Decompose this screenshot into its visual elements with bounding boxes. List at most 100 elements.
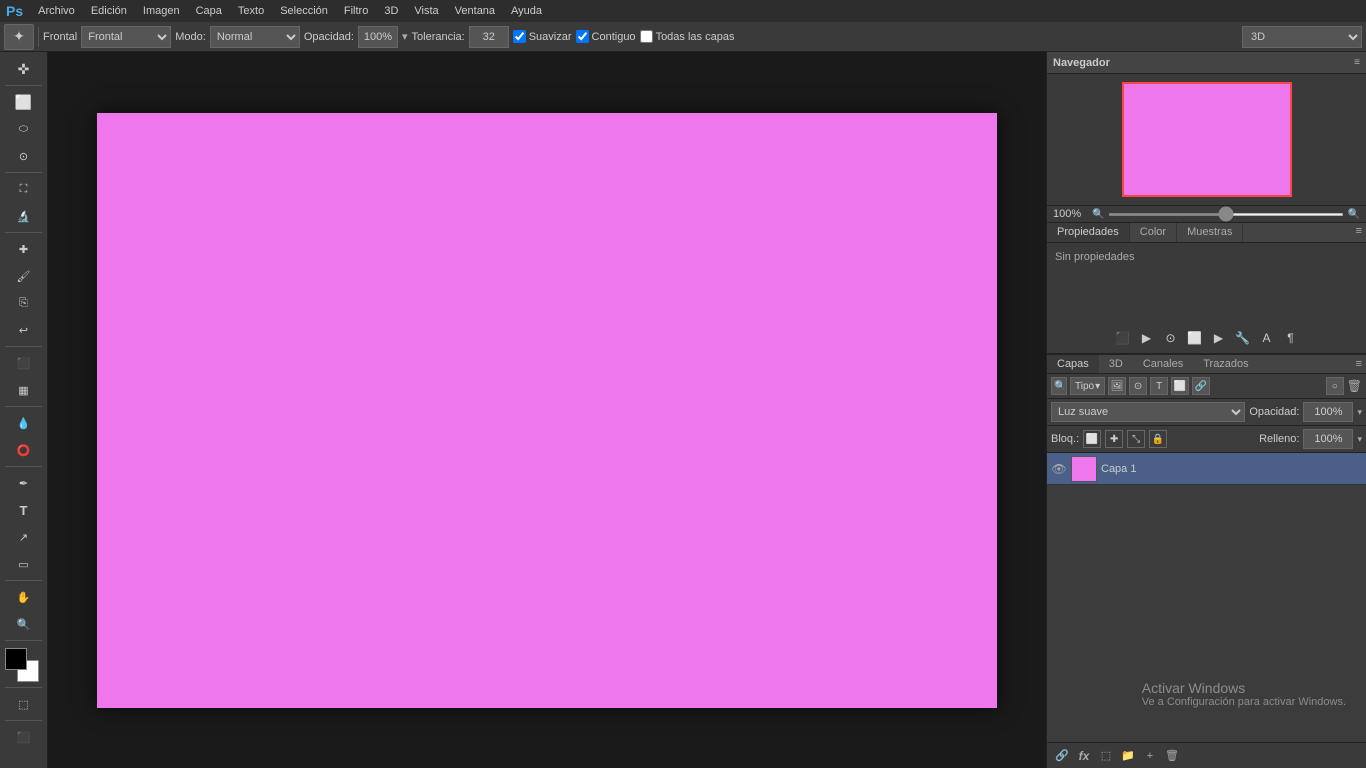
prop-tool-4[interactable]: ⬜ [1184, 327, 1206, 349]
shape-tool[interactable]: ▭ [11, 551, 37, 577]
layer-visibility-icon[interactable]: 👁 [1051, 462, 1067, 476]
menu-ayuda[interactable]: Ayuda [504, 3, 549, 19]
prop-tool-7[interactable]: A [1256, 327, 1278, 349]
brush-tool[interactable]: 🖌 [11, 263, 37, 289]
tab-3d[interactable]: 3D [1099, 355, 1133, 373]
layer-name: Capa 1 [1101, 463, 1136, 475]
tab-propiedades[interactable]: Propiedades [1047, 223, 1130, 242]
new-group-icon[interactable]: 📁 [1119, 747, 1137, 765]
tab-trazados[interactable]: Trazados [1193, 355, 1258, 373]
foreground-color-swatch[interactable] [5, 648, 27, 670]
menu-seleccion[interactable]: Selección [273, 3, 335, 19]
lock-label: Bloq.: [1051, 433, 1079, 445]
lock-artboard-icon[interactable]: ⤡ [1127, 430, 1145, 448]
magic-wand-tool-icon[interactable]: ✦ [4, 24, 34, 50]
layers-section: Capas 3D Canales Trazados ≡ 🔍 Tipo ▾ 🖼 ⊙… [1047, 355, 1366, 768]
pen-tool[interactable]: ✒ [11, 470, 37, 496]
prop-tool-1[interactable]: ⬛ [1112, 327, 1134, 349]
quick-mask-tool[interactable]: ⬚ [11, 691, 37, 717]
marquee-tool[interactable]: ⬜ [11, 89, 37, 115]
no-properties-text: Sin propiedades [1055, 251, 1135, 263]
filter-onoff[interactable]: ○ [1326, 377, 1344, 395]
menu-3d[interactable]: 3D [377, 3, 405, 19]
delete-layer-icon[interactable]: 🗑 [1163, 747, 1181, 765]
screen-mode-tool[interactable]: ⬛ [11, 724, 37, 750]
move-tool[interactable]: ✜ [11, 56, 37, 82]
filter-type-icon[interactable]: 🔍 [1051, 377, 1067, 395]
new-fill-adjustment-icon[interactable]: ⬚ [1097, 747, 1115, 765]
tab-muestras[interactable]: Muestras [1177, 223, 1243, 242]
healing-brush-tool[interactable]: ✚ [11, 236, 37, 262]
blend-mode-select[interactable]: Luz suave [1051, 402, 1245, 422]
zoom-tool[interactable]: 🔍 [11, 611, 37, 637]
color-swatch-area[interactable] [5, 648, 43, 684]
link-layers-icon[interactable]: 🔗 [1053, 747, 1071, 765]
path-select-tool[interactable]: ↗ [11, 524, 37, 550]
smooth-checkbox[interactable]: Suavizar [513, 30, 572, 43]
menu-bar: Ps Archivo Edición Imagen Capa Texto Sel… [0, 0, 1366, 22]
prop-tool-2[interactable]: ▶ [1136, 327, 1158, 349]
fill-value-input[interactable] [1303, 429, 1353, 449]
eyedropper-tool[interactable]: 🔬 [11, 203, 37, 229]
menu-vista[interactable]: Vista [407, 3, 445, 19]
eraser-tool[interactable]: ⬛ [11, 350, 37, 376]
menu-imagen[interactable]: Imagen [136, 3, 187, 19]
tolerance-input[interactable] [469, 26, 509, 48]
dodge-tool[interactable]: ⭕ [11, 437, 37, 463]
zoom-slider[interactable] [1108, 213, 1343, 216]
type-tool[interactable]: T [11, 497, 37, 523]
opacity-input[interactable] [358, 26, 398, 48]
fill-arrow-icon[interactable]: ▾ [1357, 434, 1362, 445]
navigator-menu-icon[interactable]: ≡ [1354, 57, 1360, 68]
lock-all-icon[interactable]: 🔒 [1149, 430, 1167, 448]
new-layer-icon[interactable]: + [1141, 747, 1159, 765]
hand-tool[interactable]: ✋ [11, 584, 37, 610]
mode-select[interactable]: Normal [210, 26, 300, 48]
prop-tool-8[interactable]: ¶ [1280, 327, 1302, 349]
crop-tool[interactable]: ⛶ [11, 176, 37, 202]
opacity-value-input[interactable] [1303, 402, 1353, 422]
menu-texto[interactable]: Texto [231, 3, 271, 19]
prop-tool-5[interactable]: ▶ [1208, 327, 1230, 349]
menu-filtro[interactable]: Filtro [337, 3, 375, 19]
lasso-tool[interactable]: ⬭ [11, 116, 37, 142]
filter-icon-2[interactable]: ⊙ [1129, 377, 1147, 395]
layers-bottom-bar: 🔗 fx ⬚ 📁 + 🗑 Activar Windows Ve a Config… [1047, 742, 1366, 768]
lock-pixels-icon[interactable]: ⬜ [1083, 430, 1101, 448]
tools-panel: ✜ ⬜ ⬭ ⊙ ⛶ 🔬 ✚ 🖌 ⎘ ↩ ⬛ ▦ 💧 ⭕ ✒ T ↗ ▭ ✋ 🔍 … [0, 52, 48, 768]
properties-menu-icon[interactable]: ≡ [1352, 223, 1366, 242]
prop-tool-3[interactable]: ⊙ [1160, 327, 1182, 349]
layer-item[interactable]: 👁 Capa 1 [1047, 453, 1366, 485]
opacity-arrow-icon[interactable]: ▾ [1357, 407, 1362, 418]
filter-icon-1[interactable]: 🖼 [1108, 377, 1126, 395]
menu-capa[interactable]: Capa [189, 3, 229, 19]
gradient-tool[interactable]: ▦ [11, 377, 37, 403]
tab-canales[interactable]: Canales [1133, 355, 1193, 373]
menu-archivo[interactable]: Archivo [31, 3, 82, 19]
tab-capas[interactable]: Capas [1047, 355, 1099, 373]
tab-color[interactable]: Color [1130, 223, 1177, 242]
quick-select-tool[interactable]: ⊙ [11, 143, 37, 169]
zoom-in-icon[interactable]: 🔍 [1348, 209, 1360, 220]
prop-tool-6[interactable]: 🔧 [1232, 327, 1254, 349]
blur-tool[interactable]: 💧 [11, 410, 37, 436]
3d-select[interactable]: 3D [1242, 26, 1362, 48]
menu-edicion[interactable]: Edición [84, 3, 134, 19]
menu-ventana[interactable]: Ventana [448, 3, 502, 19]
fx-icon[interactable]: fx [1075, 747, 1093, 765]
contiguous-checkbox[interactable]: Contiguo [576, 30, 636, 43]
filter-icon-4[interactable]: ⬜ [1171, 377, 1189, 395]
tool-select[interactable]: Frontal [81, 26, 171, 48]
filter-icon-5[interactable]: 🔗 [1192, 377, 1210, 395]
properties-tool-icons: ⬛ ▶ ⊙ ⬜ ▶ 🔧 A ¶ [1047, 323, 1366, 354]
layers-menu-icon[interactable]: ≡ [1352, 356, 1366, 372]
history-brush-tool[interactable]: ↩ [11, 317, 37, 343]
clone-stamp-tool[interactable]: ⎘ [11, 290, 37, 316]
filter-icon-3[interactable]: T [1150, 377, 1168, 395]
filter-type-btn[interactable]: Tipo ▾ [1070, 377, 1105, 395]
zoom-out-icon[interactable]: 🔍 [1092, 209, 1104, 220]
all-layers-checkbox[interactable]: Todas las capas [640, 30, 735, 43]
layers-delete-top-icon[interactable]: 🗑 [1347, 379, 1362, 393]
lock-position-icon[interactable]: ✚ [1105, 430, 1123, 448]
opacity-dropdown-icon[interactable]: ▾ [402, 30, 408, 43]
